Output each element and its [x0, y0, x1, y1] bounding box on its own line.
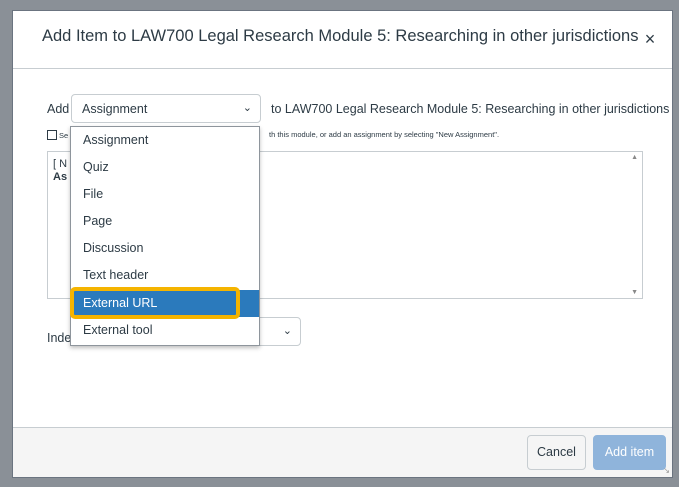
- modal-header: Add Item to LAW700 Legal Research Module…: [13, 11, 672, 69]
- hint-prefix: Se: [59, 131, 69, 140]
- option-text-header[interactable]: Text header: [71, 262, 259, 289]
- option-quiz[interactable]: Quiz: [71, 154, 259, 181]
- scroll-down-icon[interactable]: ▼: [631, 289, 638, 296]
- hint-row: Se th this module, or add an assignment …: [47, 130, 499, 140]
- modal-footer: Cancel Add item ↘: [13, 427, 672, 477]
- scroll-up-icon[interactable]: ▲: [631, 154, 638, 161]
- option-external-url[interactable]: External URL: [71, 290, 259, 317]
- close-icon[interactable]: ×: [640, 29, 660, 49]
- item-type-dropdown: Assignment Quiz File Page Discussion Tex…: [70, 126, 260, 346]
- hint-text: th this module, or add an assignment by …: [269, 130, 500, 139]
- option-file[interactable]: File: [71, 181, 259, 208]
- add-label: Add: [47, 102, 70, 116]
- option-page[interactable]: Page: [71, 208, 259, 235]
- option-external-tool[interactable]: External tool: [71, 317, 259, 344]
- option-discussion[interactable]: Discussion: [71, 235, 259, 262]
- chevron-down-icon: ⌄: [282, 325, 292, 337]
- new-item-icon: [47, 130, 57, 140]
- listbox-line-new: [ N: [53, 158, 68, 170]
- modal-title: Add Item to LAW700 Legal Research Module…: [42, 27, 639, 45]
- resize-handle-icon[interactable]: ↘: [663, 466, 670, 475]
- chevron-down-icon: ⌄: [242, 102, 252, 114]
- item-type-selected-value: Assignment: [82, 102, 148, 116]
- add-item-button[interactable]: Add item: [593, 435, 666, 470]
- cancel-button[interactable]: Cancel: [527, 435, 586, 470]
- module-target-text: to LAW700 Legal Research Module 5: Resea…: [271, 102, 670, 116]
- item-type-select[interactable]: Assignment ⌄: [71, 94, 261, 123]
- listbox-line-assignments: As: [53, 171, 68, 183]
- indent-label: Inde: [47, 331, 72, 345]
- add-row: Add Assignment ⌄ to LAW700 Legal Researc…: [47, 94, 670, 124]
- option-assignment[interactable]: Assignment: [71, 127, 259, 154]
- listbox-content: [ N As: [53, 158, 67, 184]
